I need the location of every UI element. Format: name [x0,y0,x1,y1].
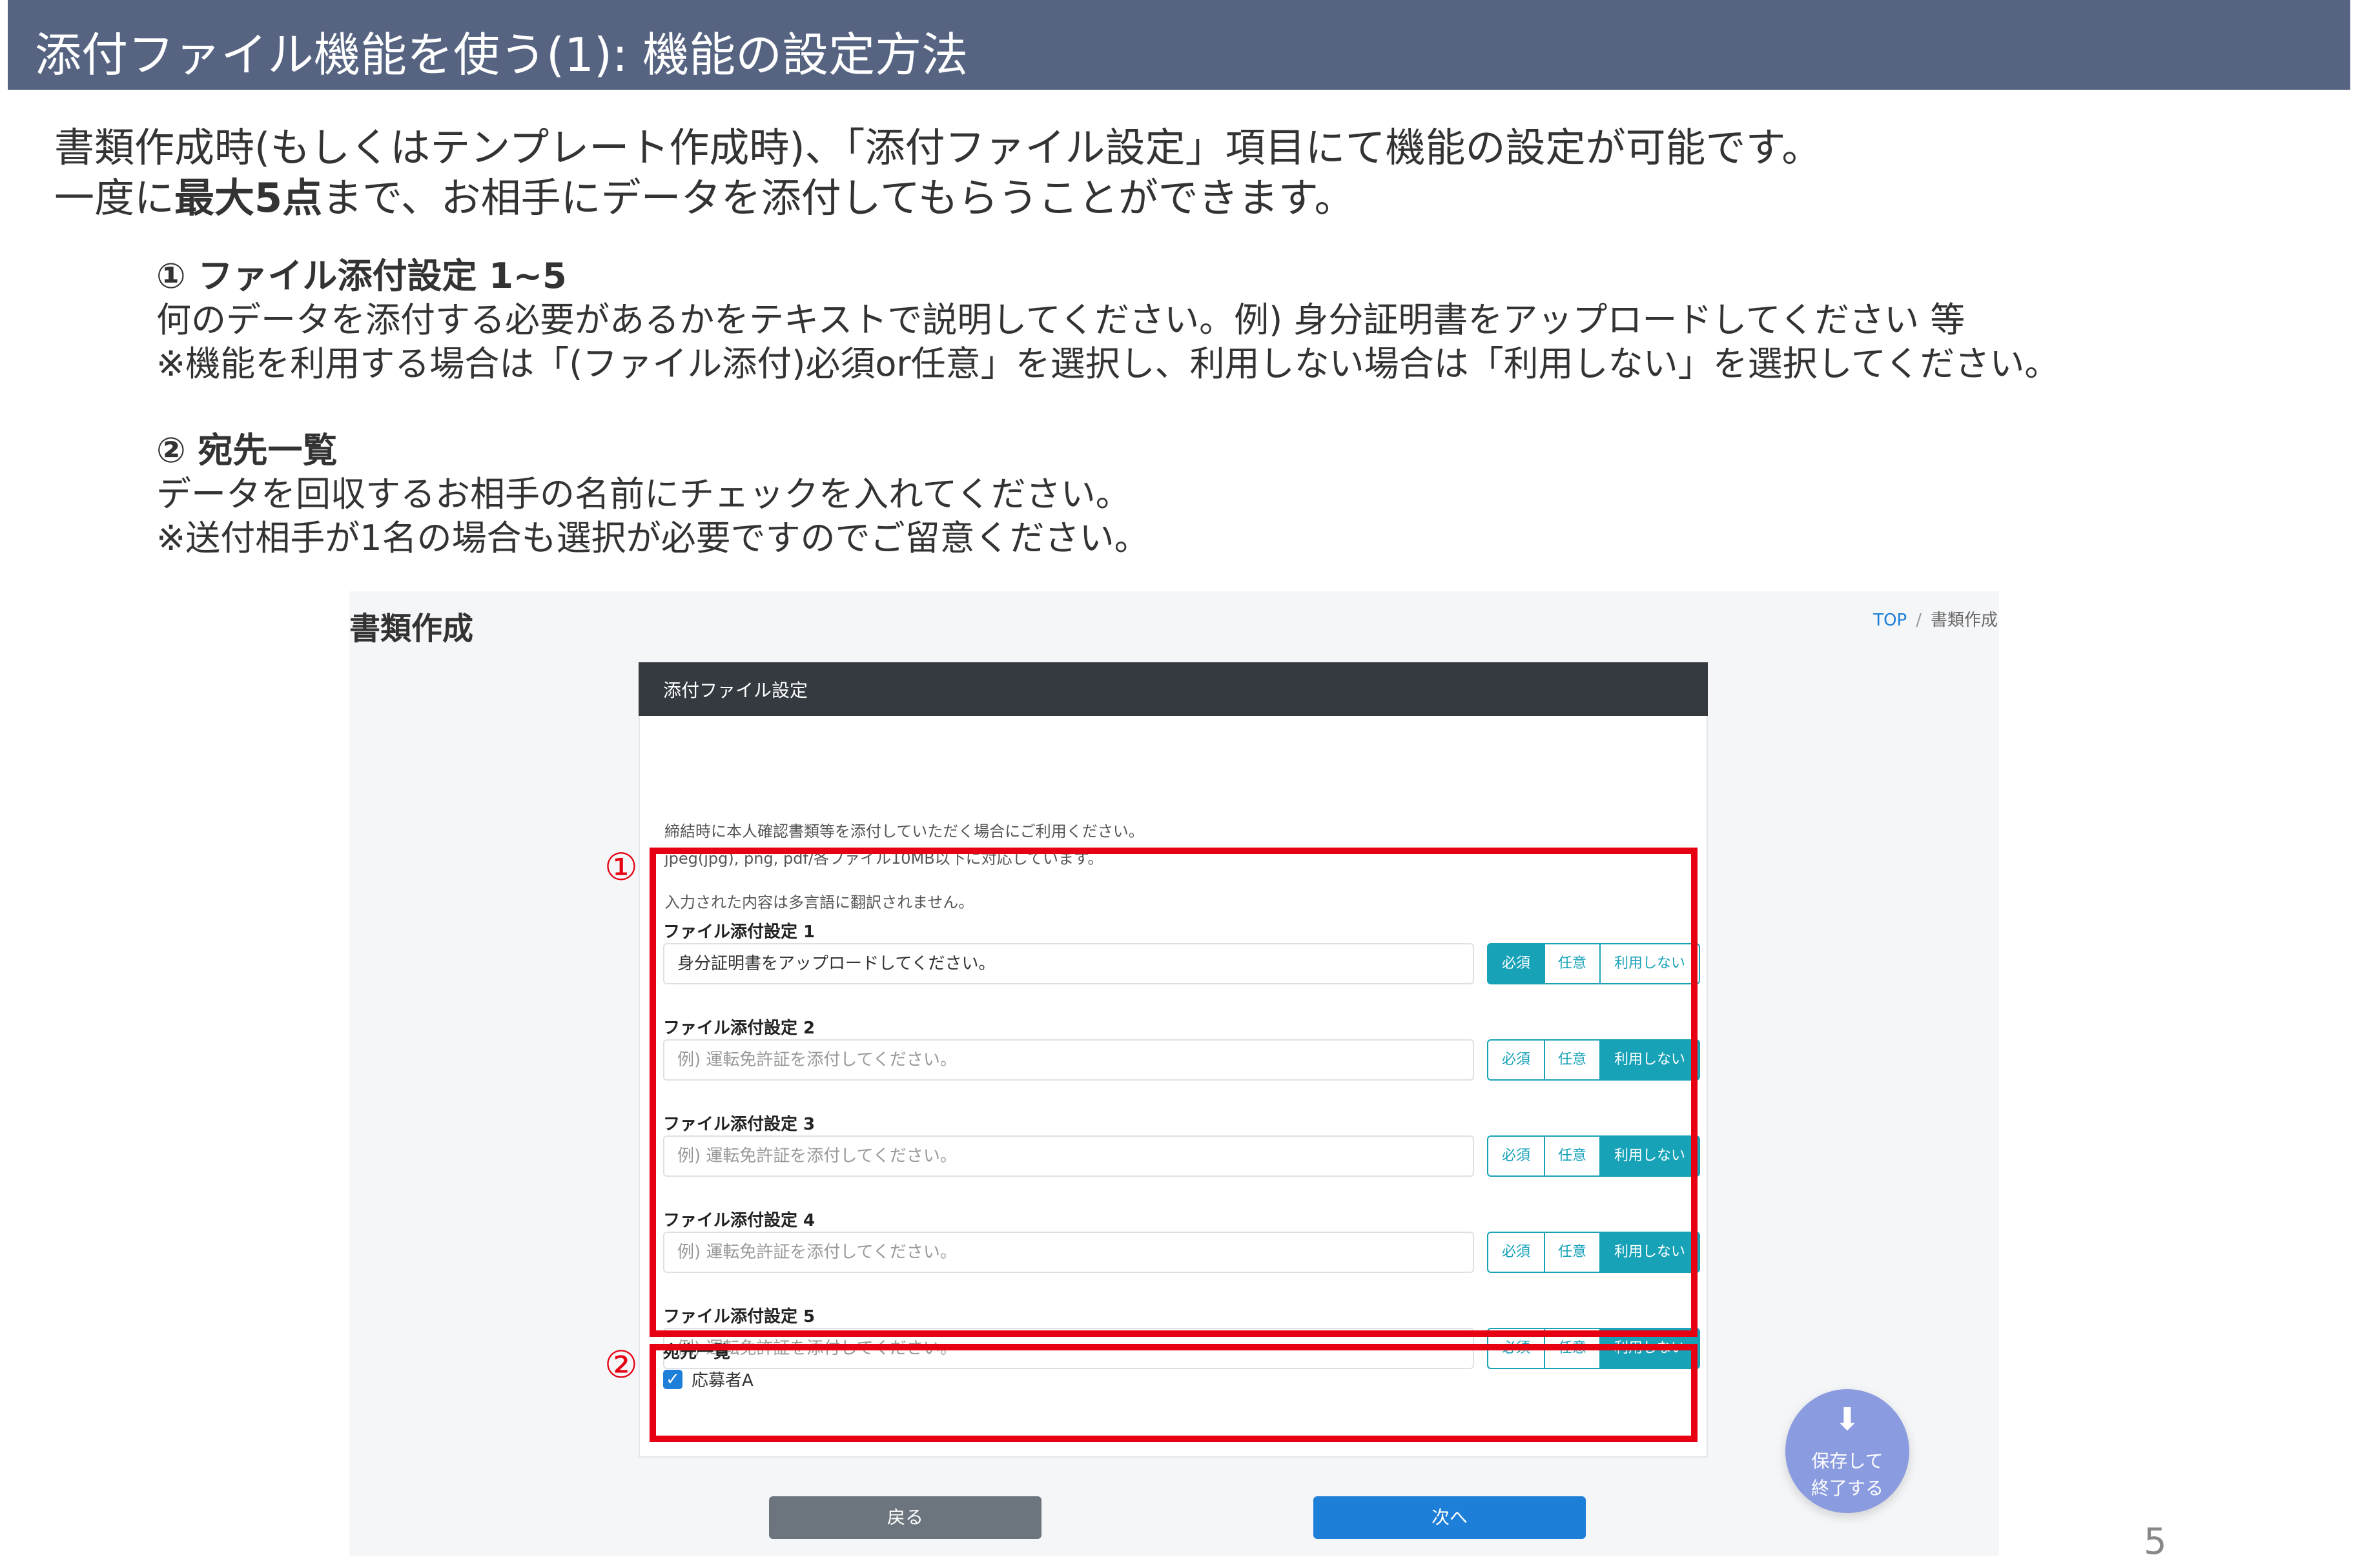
document-creation-screenshot: 書類作成 TOP / 書類作成 添付ファイル設定 締結時に本人確認書類等を添付してい… [349,591,1999,1556]
save-and-exit-label-2: 終了する [1811,1478,1883,1499]
note-recipient-list: ② 宛先一覧 データを回収するお相手の名前にチェックを入れてください。 ※送付相… [156,429,1149,560]
download-icon: ⬇ [1834,1401,1861,1438]
annotation-mark-1: ① [604,845,638,889]
back-button[interactable]: 戻る [769,1496,1041,1539]
page-number: 5 [2144,1521,2167,1563]
note-file-settings: ① ファイル添付設定 1~5 何のデータを添付する必要があるかをテキストで説明し… [156,254,2059,386]
intro-line-2-prefix: 一度に [54,174,175,221]
intro-text: 書類作成時(もしくはテンプレート作成時)、「添付ファイル設定」項目にて機能の設定… [54,123,1821,223]
panel-header: 添付ファイル設定 [639,662,1708,716]
save-and-exit-label-1: 保存して [1811,1450,1883,1472]
breadcrumb-current: 書類作成 [1930,611,1998,630]
note-line: ※機能を利用する場合は「(ファイル添付)必須or任意」を選択し、利用しない場合は… [156,343,2060,384]
note-heading: ② 宛先一覧 [156,430,338,471]
breadcrumb-separator: / [1916,611,1922,630]
next-button[interactable]: 次へ [1313,1496,1586,1539]
intro-line-2: 一度に最大5点まで、お相手にデータを添付してもらうことができます。 [54,173,1821,223]
page-title: 書類作成 [349,611,474,647]
breadcrumb-top-link[interactable]: TOP [1873,611,1907,630]
save-and-exit-button[interactable]: ⬇ 保存して 終了する [1785,1389,1909,1513]
slide-title: 添付ファイル機能を使う(1): 機能の設定方法 [35,28,969,82]
note-line: ※送付相手が1名の場合も選択が必要ですのでご留意ください。 [156,518,1149,558]
intro-line-2-emphasis: 最大5点 [174,174,323,221]
breadcrumb: TOP / 書類作成 [1873,607,1998,631]
annotation-mark-2: ② [604,1343,638,1387]
highlight-box-recipients [650,1344,1698,1442]
slide-header-bar: 添付ファイル機能を使う(1): 機能の設定方法 [8,0,2350,90]
panel-title: 添付ファイル設定 [663,680,808,701]
intro-line-1: 書類作成時(もしくはテンプレート作成時)、「添付ファイル設定」項目にて機能の設定… [54,124,1822,171]
note-line: 何のデータを添付する必要があるかをテキストで説明してください。例) 身分証明書を… [156,300,1965,340]
note-heading: ① ファイル添付設定 1~5 [156,256,567,296]
intro-line-2-suffix: まで、お相手にデータを添付してもらうことができます。 [322,174,1355,221]
highlight-box-file-settings [650,848,1698,1337]
panel-description: 締結時に本人確認書類等を添付していただく場合にご利用ください。 [664,822,1144,840]
note-line: データを回収するお相手の名前にチェックを入れてください。 [156,474,1131,514]
